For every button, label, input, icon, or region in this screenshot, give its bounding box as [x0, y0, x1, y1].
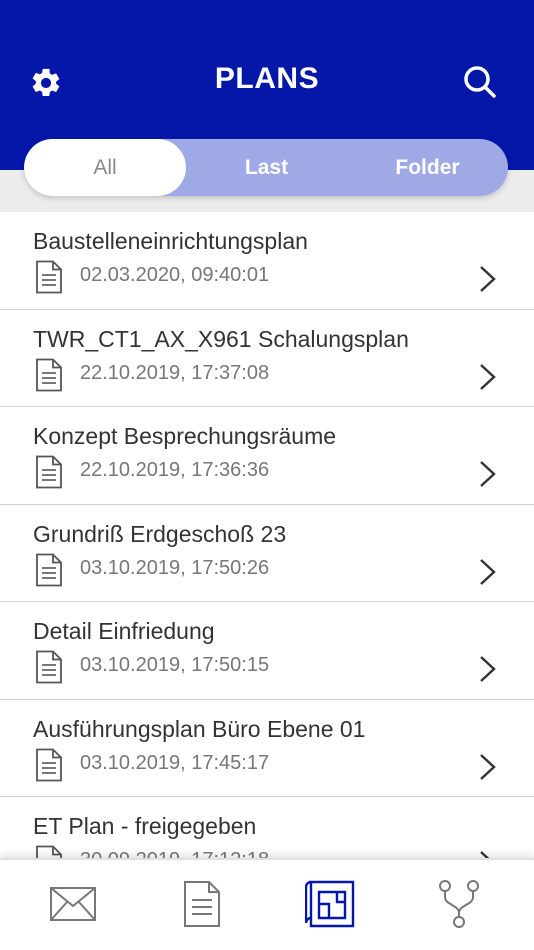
- nav-workflow-button[interactable]: [429, 876, 489, 932]
- document-icon: [36, 260, 62, 294]
- document-icon: [36, 455, 62, 489]
- plan-name: ET Plan - freigegeben: [33, 813, 257, 839]
- plan-date: 22.10.2019, 17:36:36: [80, 459, 270, 481]
- tab-last[interactable]: Last: [186, 139, 347, 196]
- mail-icon: [50, 887, 96, 921]
- branch-icon: [439, 880, 479, 928]
- document-icon: [36, 358, 62, 391]
- nav-documents-button[interactable]: [172, 876, 232, 932]
- document-icon: [36, 650, 62, 684]
- document-icon: [36, 553, 62, 586]
- plan-date: 02.03.2020, 09:40:01: [80, 264, 270, 286]
- plan-name: Ausführungsplan Büro Ebene 01: [33, 715, 366, 742]
- chevron-right-icon: [480, 558, 496, 585]
- plan-name: Baustelleneinrichtungsplan: [33, 228, 308, 254]
- list-item[interactable]: ET Plan - freigegeben 30.09.2019, 17:12:…: [0, 797, 534, 858]
- chevron-right-icon: [480, 266, 496, 292]
- plan-date: 03.10.2019, 17:50:26: [80, 556, 270, 579]
- list-item[interactable]: Ausführungsplan Büro Ebene 01 03.10.2019…: [0, 700, 534, 797]
- search-button[interactable]: [460, 62, 500, 102]
- filter-tabs: All Last Folder: [24, 139, 508, 196]
- chevron-right-icon: [480, 851, 490, 858]
- chevron-right-icon: [480, 753, 496, 780]
- chevron-right-icon: [480, 461, 496, 487]
- chevron-right-icon: [480, 656, 496, 682]
- list-item[interactable]: Konzept Besprechungsräume 22.10.2019, 17…: [0, 407, 534, 505]
- document-icon: [184, 881, 220, 927]
- plan-name: Detail Einfriedung: [33, 618, 215, 644]
- tab-all[interactable]: All: [24, 139, 186, 196]
- list-item[interactable]: Detail Einfriedung 03.10.2019, 17:50:15: [0, 602, 534, 700]
- bottom-navigation: [0, 858, 534, 950]
- plan-date: 22.10.2019, 17:37:08: [80, 361, 270, 384]
- plan-name: Grundriß Erdgeschoß 23: [33, 520, 287, 547]
- nav-mail-button[interactable]: [43, 876, 103, 932]
- document-icon: [36, 845, 62, 858]
- plan-list: Baustelleneinrichtungsplan 02.03.2020, 0…: [0, 212, 534, 858]
- list-item[interactable]: Grundriß Erdgeschoß 23 03.10.2019, 17:50…: [0, 505, 534, 602]
- plan-name: Konzept Besprechungsräume: [33, 423, 337, 449]
- nav-plans-button[interactable]: [300, 876, 360, 932]
- search-icon: [464, 66, 496, 98]
- list-item[interactable]: Baustelleneinrichtungsplan 02.03.2020, 0…: [0, 212, 534, 310]
- plan-date: 30.09.2019, 17:12:18: [80, 849, 269, 858]
- tab-folder[interactable]: Folder: [347, 139, 508, 196]
- plan-date: 03.10.2019, 17:50:15: [80, 654, 270, 676]
- document-icon: [36, 748, 62, 781]
- page-title: PLANS: [214, 62, 320, 95]
- chevron-right-icon: [480, 363, 496, 390]
- plan-name: TWR_CT1_AX_X961 Schalungsplan: [33, 325, 409, 352]
- plan-date: 03.10.2019, 17:45:17: [80, 751, 270, 774]
- blueprint-icon: [305, 880, 355, 928]
- list-item[interactable]: TWR_CT1_AX_X961 Schalungsplan 22.10.2019…: [0, 310, 534, 407]
